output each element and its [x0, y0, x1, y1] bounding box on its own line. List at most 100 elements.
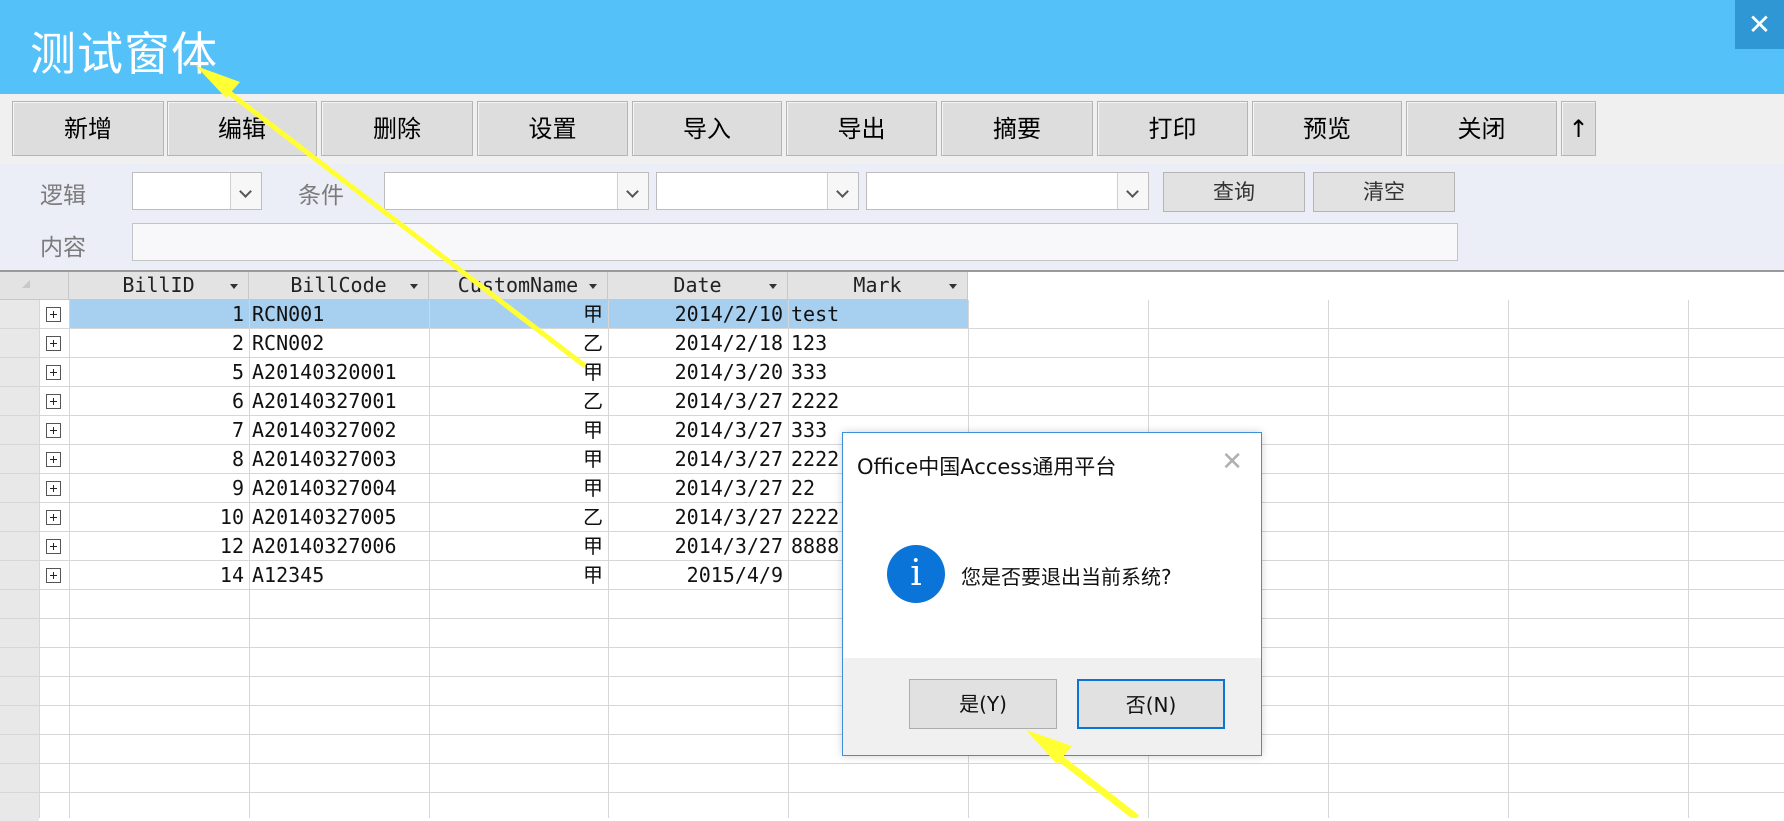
row-selector[interactable]: [0, 445, 39, 474]
cell-billid[interactable]: 9: [72, 474, 244, 503]
cell-date[interactable]: 2015/4/9: [611, 561, 783, 590]
sort-arrow-icon[interactable]: [410, 284, 418, 289]
cell-billcode[interactable]: A20140327003: [252, 445, 424, 474]
import-button[interactable]: 导入: [632, 101, 782, 156]
expand-row-icon[interactable]: [46, 423, 61, 438]
logic-select[interactable]: [132, 172, 262, 210]
row-selector[interactable]: [0, 619, 39, 648]
cell-billid[interactable]: 6: [72, 387, 244, 416]
expand-row-icon[interactable]: [46, 452, 61, 467]
cell-date[interactable]: 2014/3/20: [611, 358, 783, 387]
cell-billid[interactable]: 2: [72, 329, 244, 358]
cell-date[interactable]: 2014/3/27: [611, 445, 783, 474]
cell-billcode[interactable]: A20140327006: [252, 532, 424, 561]
column-header-mark[interactable]: Mark: [788, 272, 968, 300]
cell-billid[interactable]: 14: [72, 561, 244, 590]
cell-customname[interactable]: 乙: [432, 329, 603, 358]
row-selector[interactable]: [0, 300, 39, 329]
cell-date[interactable]: 2014/2/18: [611, 329, 783, 358]
clear-button[interactable]: 清空: [1313, 172, 1455, 212]
cell-mark[interactable]: test: [791, 300, 963, 329]
cell-billcode[interactable]: A12345: [252, 561, 424, 590]
field-select[interactable]: [384, 172, 649, 210]
expand-row-icon[interactable]: [46, 336, 61, 351]
expand-row-icon[interactable]: [46, 307, 61, 322]
operator-select[interactable]: [656, 172, 859, 210]
cell-customname[interactable]: 乙: [432, 503, 603, 532]
cell-customname[interactable]: 甲: [432, 445, 603, 474]
cell-customname[interactable]: 甲: [432, 358, 603, 387]
cell-billcode[interactable]: RCN002: [252, 329, 424, 358]
expand-row-icon[interactable]: [46, 394, 61, 409]
cell-customname[interactable]: 甲: [432, 416, 603, 445]
close-button[interactable]: 关闭: [1406, 101, 1557, 156]
chevron-down-icon[interactable]: [617, 173, 648, 209]
cell-billcode[interactable]: A20140327002: [252, 416, 424, 445]
preview-button[interactable]: 预览: [1252, 101, 1402, 156]
column-header-billcode[interactable]: BillCode: [249, 272, 429, 300]
cell-date[interactable]: 2014/2/10: [611, 300, 783, 329]
cell-mark[interactable]: 333: [791, 358, 963, 387]
export-button[interactable]: 导出: [786, 101, 937, 156]
cell-date[interactable]: 2014/3/27: [611, 387, 783, 416]
cell-billid[interactable]: 1: [72, 300, 244, 329]
row-selector[interactable]: [0, 329, 39, 358]
row-selector[interactable]: [0, 358, 39, 387]
cell-date[interactable]: 2014/3/27: [611, 416, 783, 445]
cell-billcode[interactable]: A20140320001: [252, 358, 424, 387]
cell-mark[interactable]: 2222: [791, 387, 963, 416]
cell-customname[interactable]: 甲: [432, 474, 603, 503]
row-selector[interactable]: [0, 416, 39, 445]
sort-arrow-icon[interactable]: [769, 284, 777, 289]
sort-arrow-icon[interactable]: [949, 284, 957, 289]
row-selector[interactable]: [0, 532, 39, 561]
chevron-down-icon[interactable]: [230, 173, 261, 209]
sort-arrow-icon[interactable]: [230, 284, 238, 289]
expand-row-icon[interactable]: [46, 539, 61, 554]
cell-billid[interactable]: 12: [72, 532, 244, 561]
row-selector[interactable]: [0, 648, 39, 677]
cell-billid[interactable]: 8: [72, 445, 244, 474]
expand-row-icon[interactable]: [46, 481, 61, 496]
cell-billid[interactable]: 7: [72, 416, 244, 445]
cell-billcode[interactable]: A20140327001: [252, 387, 424, 416]
summary-button[interactable]: 摘要: [941, 101, 1093, 156]
row-selector[interactable]: [0, 735, 39, 764]
row-selector[interactable]: [0, 387, 39, 416]
row-selector[interactable]: [0, 706, 39, 735]
cell-billcode[interactable]: A20140327005: [252, 503, 424, 532]
query-button[interactable]: 查询: [1163, 172, 1305, 212]
collapse-arrow-button[interactable]: ↑: [1561, 101, 1596, 156]
no-button[interactable]: 否(N): [1077, 679, 1225, 729]
cell-customname[interactable]: 甲: [432, 561, 603, 590]
grid-select-all[interactable]: [0, 272, 69, 300]
row-selector[interactable]: [0, 590, 39, 619]
expand-row-icon[interactable]: [46, 365, 61, 380]
column-header-customname[interactable]: CustomName: [429, 272, 608, 300]
cell-customname[interactable]: 乙: [432, 387, 603, 416]
row-selector[interactable]: [0, 503, 39, 532]
add-button[interactable]: 新增: [12, 101, 164, 156]
edit-button[interactable]: 编辑: [167, 101, 317, 156]
column-header-billid[interactable]: BillID: [69, 272, 249, 300]
condition-value-select[interactable]: [866, 172, 1149, 210]
chevron-down-icon[interactable]: [1117, 173, 1148, 209]
cell-date[interactable]: 2014/3/27: [611, 503, 783, 532]
expand-row-icon[interactable]: [46, 510, 61, 525]
row-selector[interactable]: [0, 764, 39, 793]
cell-customname[interactable]: 甲: [432, 300, 603, 329]
delete-button[interactable]: 删除: [321, 101, 473, 156]
cell-date[interactable]: 2014/3/27: [611, 532, 783, 561]
cell-date[interactable]: 2014/3/27: [611, 474, 783, 503]
chevron-down-icon[interactable]: [827, 173, 858, 209]
sort-arrow-icon[interactable]: [589, 284, 597, 289]
window-close-button[interactable]: ✕: [1735, 0, 1784, 49]
cell-billcode[interactable]: A20140327004: [252, 474, 424, 503]
row-selector[interactable]: [0, 474, 39, 503]
cell-billcode[interactable]: RCN001: [252, 300, 424, 329]
yes-button[interactable]: 是(Y): [909, 679, 1057, 729]
cell-mark[interactable]: 123: [791, 329, 963, 358]
expand-row-icon[interactable]: [46, 568, 61, 583]
column-header-date[interactable]: Date: [608, 272, 788, 300]
cell-billid[interactable]: 5: [72, 358, 244, 387]
